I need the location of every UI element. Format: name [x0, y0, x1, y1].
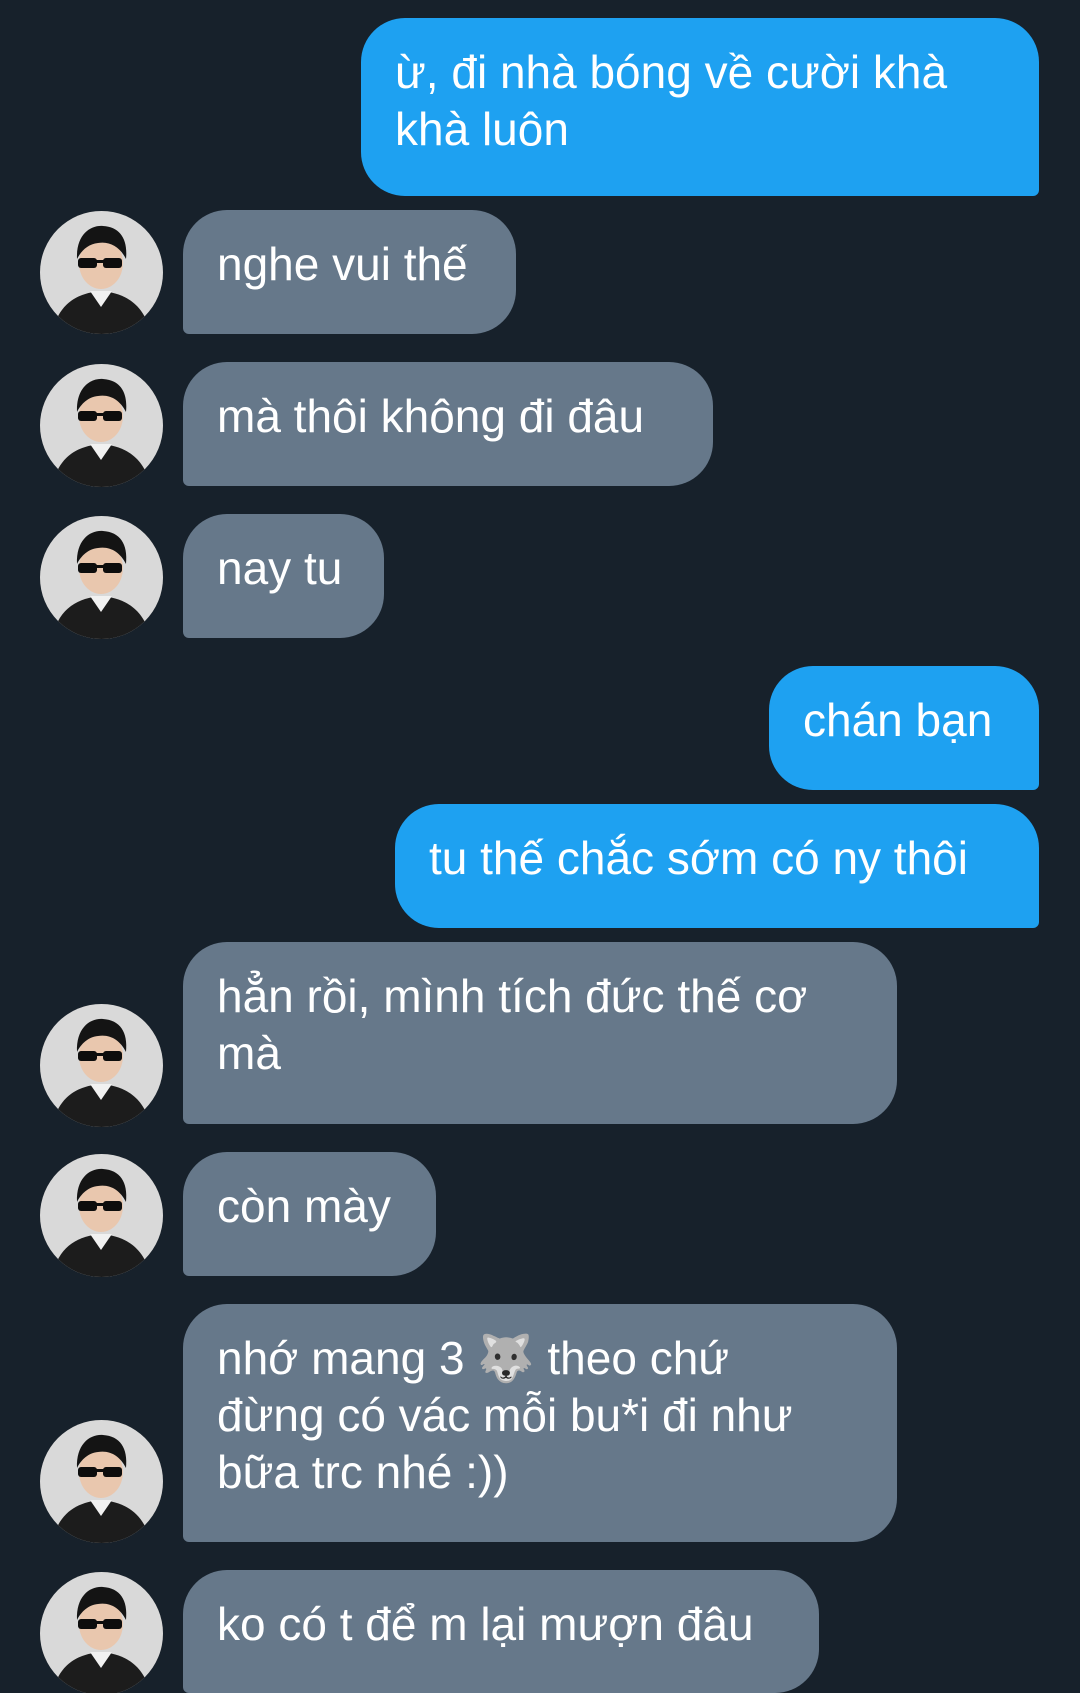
incoming-message[interactable]: nhớ mang 3 🐺 theo chứ đừng có vác mỗi bu…	[183, 1304, 897, 1542]
chat-thread: ừ, đi nhà bóng về cười khà khà luôn nghe…	[0, 0, 1080, 1693]
avatar-icon	[40, 211, 163, 334]
incoming-message[interactable]: nghe vui thế	[183, 210, 516, 334]
contact-avatar[interactable]	[40, 1004, 163, 1127]
avatar-icon	[40, 364, 163, 487]
contact-avatar[interactable]	[40, 1572, 163, 1693]
outgoing-message[interactable]: ừ, đi nhà bóng về cười khà khà luôn	[361, 18, 1039, 196]
incoming-message[interactable]: mà thôi không đi đâu	[183, 362, 713, 486]
avatar-icon	[40, 516, 163, 639]
incoming-message[interactable]: nay tu	[183, 514, 384, 638]
incoming-message[interactable]: ko có t để m lại mượn đâu	[183, 1570, 819, 1693]
contact-avatar[interactable]	[40, 1154, 163, 1277]
avatar-icon	[40, 1004, 163, 1127]
contact-avatar[interactable]	[40, 211, 163, 334]
outgoing-message[interactable]: chán bạn	[769, 666, 1039, 790]
avatar-icon	[40, 1154, 163, 1277]
avatar-icon	[40, 1420, 163, 1543]
incoming-message[interactable]: hẳn rồi, mình tích đức thế cơ mà	[183, 942, 897, 1124]
contact-avatar[interactable]	[40, 516, 163, 639]
contact-avatar[interactable]	[40, 364, 163, 487]
incoming-message[interactable]: còn mày	[183, 1152, 436, 1276]
contact-avatar[interactable]	[40, 1420, 163, 1543]
outgoing-message[interactable]: tu thế chắc sớm có ny thôi	[395, 804, 1039, 928]
avatar-icon	[40, 1572, 163, 1693]
